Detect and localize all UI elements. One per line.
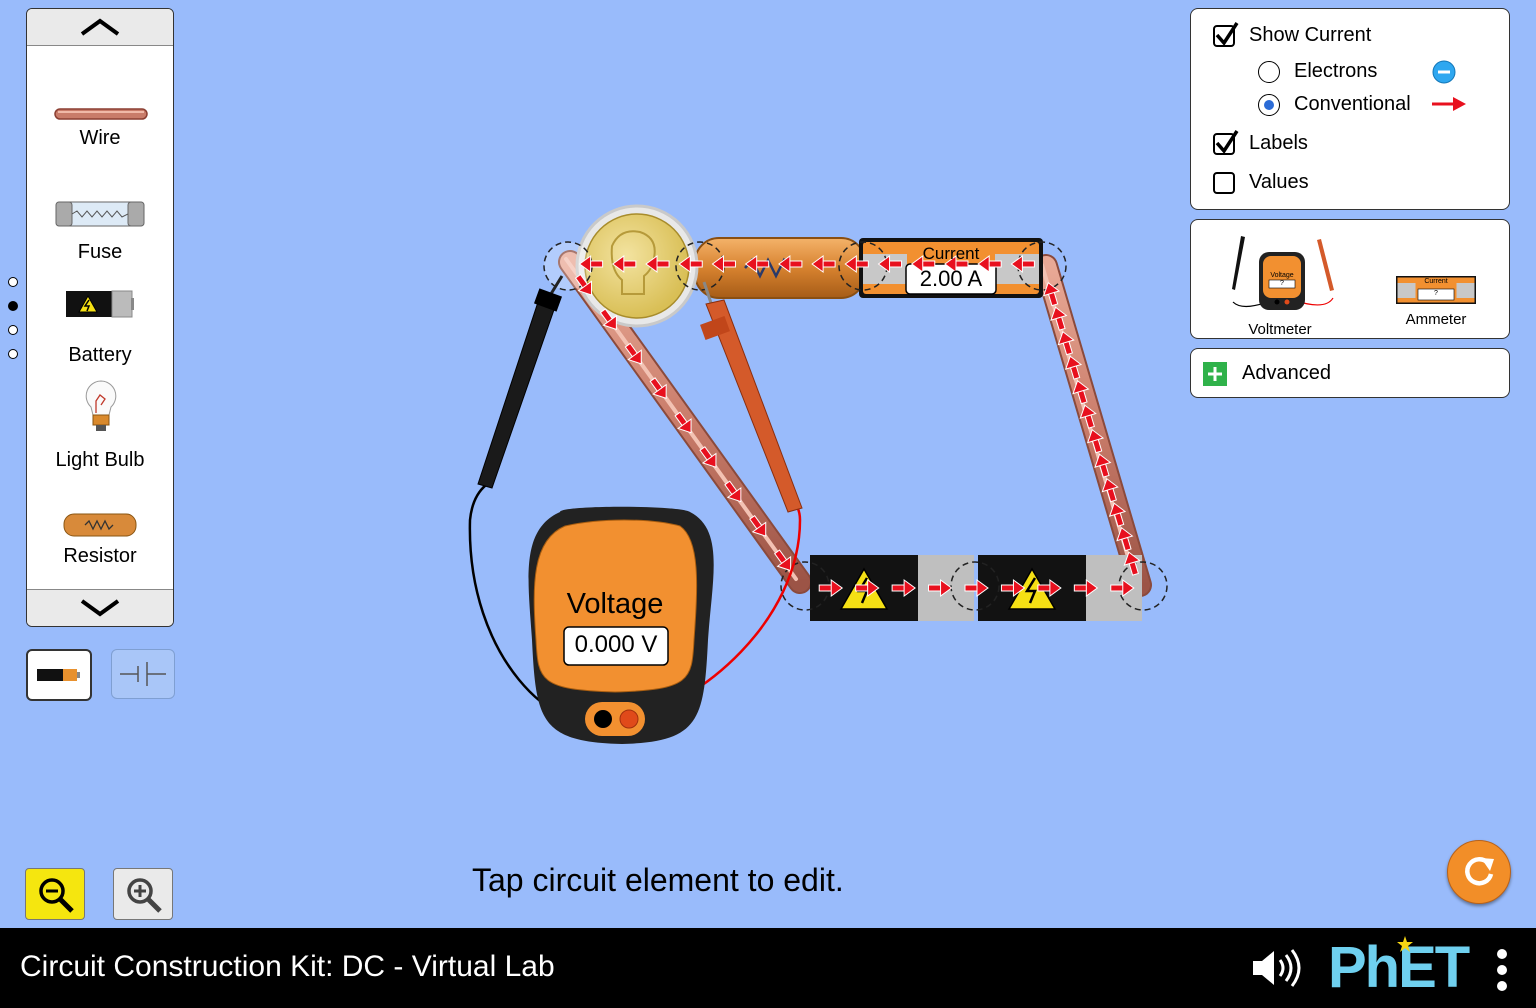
ammeter-icon-reading: ? [1434,290,1438,297]
voltmeter-tool-label: Voltmeter [1248,321,1312,338]
voltmeter-black-probe[interactable] [477,275,564,489]
ammeter-reading: 2.00 A [919,266,983,291]
voltmeter-icon [1232,236,1334,310]
status-text: Tap circuit element to edit. [472,862,844,898]
menu-dots-icon[interactable] [1494,946,1510,994]
voltmeter-label: Voltage [566,588,664,620]
ammeter-tool[interactable]: Current ? Ammeter [1391,270,1481,330]
radio-button [1258,60,1280,83]
display-options-panel: Show Current Electrons Conventional Labe… [1190,8,1510,210]
conventional-radio[interactable]: Conventional [1258,93,1411,116]
show-current-checkbox[interactable]: Show Current [1213,21,1372,47]
conventional-arrow-icon [1432,97,1466,111]
show-current-label: Show Current [1249,24,1372,46]
voltmeter-icon-reading: ? [1280,280,1284,287]
sensor-toolbox: Voltage ? Voltmeter Current ? Ammeter [1190,219,1510,339]
ammeter-icon-label: Current [1424,278,1448,285]
values-label: Values [1249,171,1309,193]
phet-star-icon [1397,936,1413,952]
voltmeter-reading: 0.000 V [574,631,658,658]
advanced-accordion[interactable]: Advanced [1190,348,1510,398]
electrons-radio[interactable]: Electrons [1258,60,1377,83]
checkbox [1213,171,1235,194]
voltmeter-icon-label: Voltage [1270,272,1294,279]
ammeter-tool-label: Ammeter [1405,311,1467,328]
reset-all-button[interactable] [1447,840,1511,904]
sound-icon[interactable] [1250,946,1306,990]
labels-label: Labels [1249,132,1308,154]
values-checkbox[interactable]: Values [1213,171,1309,194]
conventional-label: Conventional [1294,93,1411,115]
checkbox [1213,129,1239,155]
electrons-label: Electrons [1294,60,1378,82]
voltmeter-body[interactable] [528,506,714,744]
voltmeter-tool[interactable]: Voltage ? Voltmeter [1221,230,1339,338]
ammeter-label: Current [922,244,980,263]
radio-button [1258,93,1280,116]
labels-checkbox[interactable]: Labels [1213,129,1308,155]
checkbox [1213,21,1239,47]
electron-icon [1432,60,1456,84]
sim-title: Circuit Construction Kit: DC - Virtual L… [20,950,555,983]
reset-icon [1465,857,1494,886]
expand-plus-icon[interactable] [1203,362,1227,386]
advanced-label: Advanced [1242,362,1331,384]
